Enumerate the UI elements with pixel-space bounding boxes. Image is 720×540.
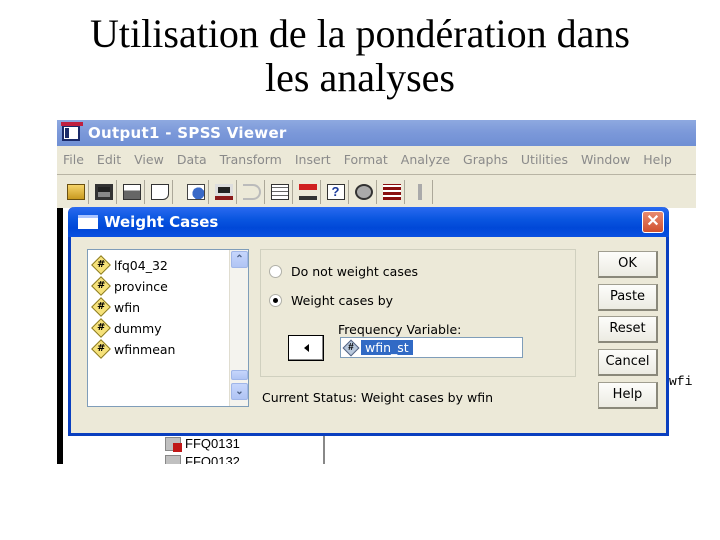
paste-button[interactable]: Paste: [598, 284, 658, 311]
output-text: wfi: [669, 374, 693, 389]
frequency-variable-label: Frequency Variable:: [338, 322, 462, 337]
export-icon: [186, 183, 205, 200]
viewer-titlebar[interactable]: Output1 - SPSS Viewer: [57, 120, 696, 146]
radio-do-not-weight[interactable]: Do not weight cases: [269, 264, 418, 279]
numeric-variable-icon: #: [342, 339, 360, 356]
tree-item[interactable]: FFQ0131: [165, 436, 240, 452]
print-icon: [122, 183, 141, 200]
radio-label: Do not weight cases: [291, 264, 419, 279]
goto-data-button[interactable]: [269, 179, 293, 204]
menu-view[interactable]: View: [134, 152, 164, 167]
undo-icon: [242, 183, 261, 200]
numeric-variable-icon: #: [91, 339, 111, 359]
variables-icon: ?: [326, 183, 345, 200]
print-preview-icon: [150, 183, 169, 200]
help-button[interactable]: Help: [598, 382, 658, 409]
select-cases-button[interactable]: [381, 179, 405, 204]
menu-insert[interactable]: Insert: [295, 152, 331, 167]
designate-window-icon: [410, 183, 429, 200]
goto-data-icon: [270, 183, 289, 200]
dialog-recall-icon: [214, 183, 233, 200]
tree-item-label: FFQ0131: [185, 436, 240, 451]
variable-label: lfq04_32: [114, 257, 168, 273]
scroll-up-button[interactable]: ⌃: [231, 251, 248, 268]
scroll-thumb[interactable]: [231, 370, 248, 380]
numeric-variable-icon: #: [91, 255, 111, 275]
radio-button-icon: [269, 265, 282, 278]
reset-button[interactable]: Reset: [598, 316, 658, 343]
variable-label: dummy: [114, 320, 162, 336]
dialog-title: Weight Cases: [104, 213, 219, 231]
variable-item[interactable]: # province: [91, 276, 168, 296]
menu-file[interactable]: File: [63, 152, 84, 167]
tree-item-label: FFQ0132: [185, 454, 240, 464]
undo-button[interactable]: [241, 179, 265, 204]
open-button[interactable]: [65, 179, 89, 204]
print-preview-button[interactable]: [149, 179, 173, 204]
menu-format[interactable]: Format: [344, 152, 388, 167]
export-button[interactable]: [185, 179, 209, 204]
save-icon: [94, 183, 113, 200]
radio-label: Weight cases by: [291, 293, 394, 308]
variable-item[interactable]: # wfinmean: [91, 339, 176, 359]
cancel-button[interactable]: Cancel: [598, 349, 658, 376]
weight-cases-dialog: Weight Cases ✕ # lfq04_32 # province # w…: [68, 207, 669, 436]
spss-app-icon: [61, 122, 83, 141]
menubar: File Edit View Data Transform Insert For…: [57, 148, 696, 170]
table-icon: [165, 436, 182, 452]
variable-label: wfin: [114, 299, 141, 315]
save-button[interactable]: [93, 179, 117, 204]
menu-edit[interactable]: Edit: [97, 152, 121, 167]
weight-options-group: Do not weight cases Weight cases by Freq…: [260, 249, 576, 377]
designate-window-button[interactable]: [409, 179, 433, 204]
menu-utilities[interactable]: Utilities: [521, 152, 568, 167]
use-sets-icon: [354, 183, 373, 200]
menu-window[interactable]: Window: [581, 152, 630, 167]
menu-help[interactable]: Help: [643, 152, 672, 167]
current-status: Current Status: Weight cases by wfin: [262, 390, 494, 405]
variables-button[interactable]: ?: [325, 179, 349, 204]
slide-title: Utilisation de la pondération dans les a…: [0, 12, 720, 100]
select-cases-icon: [382, 183, 401, 200]
insert-cases-button[interactable]: [297, 179, 321, 204]
numeric-variable-icon: #: [91, 318, 111, 338]
move-variable-button[interactable]: [288, 335, 324, 361]
menu-data[interactable]: Data: [177, 152, 207, 167]
variable-item[interactable]: # wfin: [91, 297, 141, 317]
table-icon: [165, 454, 181, 464]
use-sets-button[interactable]: [353, 179, 377, 204]
print-button[interactable]: [121, 179, 145, 204]
insert-cases-icon: [298, 183, 317, 200]
variable-list-scrollbar[interactable]: ⌃ ⌄: [229, 250, 248, 406]
radio-button-checked-icon: [269, 294, 282, 307]
menu-analyze[interactable]: Analyze: [401, 152, 450, 167]
numeric-variable-icon: #: [91, 276, 111, 296]
toolbar: ?: [57, 174, 696, 208]
variable-list[interactable]: # lfq04_32 # province # wfin # dummy # w…: [87, 249, 249, 407]
dialog-recall-button[interactable]: [213, 179, 237, 204]
open-icon: [66, 183, 85, 200]
variable-item[interactable]: # lfq04_32: [91, 255, 168, 275]
viewer-title: Output1 - SPSS Viewer: [88, 124, 287, 142]
scroll-down-button[interactable]: ⌄: [231, 383, 248, 400]
dialog-titlebar[interactable]: Weight Cases ✕: [68, 207, 669, 237]
dialog-window-icon: [78, 215, 98, 229]
close-button[interactable]: ✕: [642, 211, 664, 233]
frequency-variable-value: wfin_st: [361, 340, 413, 355]
tree-item[interactable]: FFQ0132: [165, 454, 240, 464]
variable-item[interactable]: # dummy: [91, 318, 162, 338]
variable-label: province: [114, 278, 168, 294]
frequency-variable-field[interactable]: # wfin_st: [340, 337, 523, 358]
menu-transform[interactable]: Transform: [220, 152, 282, 167]
slide-title-line-1: Utilisation de la pondération dans: [90, 11, 630, 56]
numeric-variable-icon: #: [91, 297, 111, 317]
variable-label: wfinmean: [114, 341, 176, 357]
radio-weight-cases-by[interactable]: Weight cases by: [269, 293, 393, 308]
slide-title-line-2: les analyses: [265, 55, 455, 100]
ok-button[interactable]: OK: [598, 251, 658, 278]
menu-graphs[interactable]: Graphs: [463, 152, 508, 167]
